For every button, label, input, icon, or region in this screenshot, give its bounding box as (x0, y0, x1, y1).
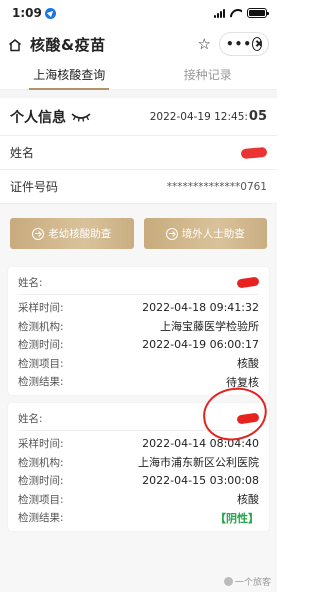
arrow-right-circle-icon (32, 227, 45, 240)
close-icon[interactable] (252, 37, 262, 51)
tab-bar: 上海核酸查询 接种记录 (0, 62, 277, 90)
nav-bar: 核酸&疫苗 ☆ ••• (0, 26, 277, 62)
record-value: 核酸 (237, 493, 259, 507)
name-label: 姓名 (10, 146, 35, 160)
personal-info-header: 个人信息 2022-04-19 12:45:05 (0, 98, 277, 136)
personal-info-title: 个人信息 (10, 109, 66, 126)
star-icon[interactable]: ☆ (198, 36, 211, 52)
record-label: 采样时间: (18, 438, 64, 451)
record-value: 上海宝藤医学检验所 (160, 320, 259, 334)
status-icons (214, 8, 269, 18)
id-number-value: **************0761 (166, 180, 267, 193)
watermark-logo-icon (223, 577, 233, 586)
redaction-mark (240, 146, 268, 159)
tab-vaccination-record[interactable]: 接种记录 (139, 62, 278, 89)
location-arrow-icon (44, 7, 56, 19)
record-line: 检测项目: 核酸 (18, 490, 259, 509)
test-result-value: 【阴性】 (215, 511, 259, 525)
record-label: 检测时间: (18, 475, 64, 488)
record-label: 姓名: (18, 276, 43, 289)
record-label: 检测项目: (18, 493, 64, 506)
status-time: 1:09 (12, 6, 42, 20)
tab-shanghai-nucleic-query[interactable]: 上海核酸查询 (0, 62, 139, 89)
record-value: 核酸 (237, 357, 259, 371)
record-line: 检测机构: 上海宝藤医学检验所 (18, 317, 259, 336)
record-line: 检测结果: 【阴性】 (18, 509, 259, 528)
wifi-icon (230, 9, 242, 18)
query-timestamp: 2022-04-19 12:45:05 (150, 109, 267, 124)
record-value: 2022-04-15 03:00:08 (142, 474, 259, 488)
signal-icon (214, 8, 225, 18)
record-name-line: 姓名: (18, 273, 260, 292)
id-number-label: 证件号码 (10, 180, 59, 194)
status-time-group: 1:09 (12, 6, 56, 20)
home-icon[interactable] (8, 37, 22, 52)
watermark: 一个旅客 (223, 575, 271, 588)
record-line: 检测项目: 核酸 (18, 354, 259, 373)
record-label: 姓名: (18, 412, 43, 425)
record-line: 检测机构: 上海市浦东新区公利医院 (18, 453, 259, 472)
foreigner-query-label: 境外人士助查 (181, 228, 245, 240)
record-label: 检测结果: (18, 512, 64, 525)
battery-icon (247, 8, 269, 18)
record-line: 检测结果: 待复核 (18, 373, 259, 392)
name-row: 姓名 (0, 136, 277, 170)
watermark-text: 一个旅客 (234, 578, 271, 588)
id-number-row: 证件号码 **************0761 (0, 170, 277, 204)
record-label: 检测机构: (18, 320, 64, 333)
arrow-right-circle-icon (165, 227, 178, 240)
foreigner-query-button[interactable]: 境外人士助查 (143, 218, 267, 249)
divider (18, 293, 259, 295)
elderly-child-query-button[interactable]: 老幼核酸助查 (10, 218, 134, 249)
record-value: 2022-04-19 06:00:17 (142, 338, 259, 352)
divider (0, 90, 277, 98)
test-record-card: 姓名: 采样时间: 2022-04-18 09:41:32 检测机构: 上海宝藤… (8, 267, 269, 395)
page-title: 核酸&疫苗 (30, 35, 106, 54)
record-value: 2022-04-18 09:41:32 (142, 301, 259, 315)
record-label: 检测时间: (18, 339, 64, 352)
status-bar: 1:09 (0, 0, 277, 26)
record-line: 检测时间: 2022-04-19 06:00:17 (18, 336, 259, 355)
nav-actions: ☆ ••• (198, 32, 269, 56)
record-label: 检测项目: (18, 357, 64, 370)
elderly-child-query-label: 老幼核酸助查 (48, 228, 112, 240)
query-timestamp-seconds: 05 (248, 109, 267, 124)
record-value: 2022-04-14 08:04:40 (142, 437, 259, 451)
redaction-mark (236, 276, 260, 289)
more-icon[interactable]: ••• (226, 38, 252, 50)
mini-program-capsule: ••• (219, 32, 269, 56)
query-timestamp-main: 2022-04-19 12:45: (149, 111, 248, 123)
record-label: 检测机构: (18, 456, 64, 469)
assist-buttons-row: 老幼核酸助查 境外人士助查 (0, 204, 277, 263)
record-value: 上海市浦东新区公利医院 (138, 456, 259, 470)
record-line: 检测时间: 2022-04-15 03:00:08 (18, 472, 259, 491)
eye-closed-icon[interactable] (71, 112, 91, 122)
record-label: 采样时间: (18, 302, 64, 315)
record-line: 采样时间: 2022-04-18 09:41:32 (18, 299, 259, 318)
record-label: 检测结果: (18, 376, 64, 389)
